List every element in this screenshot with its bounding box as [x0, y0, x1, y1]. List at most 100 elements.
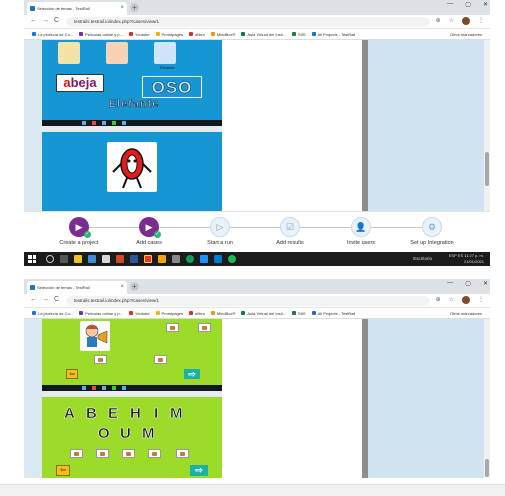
other-bookmarks[interactable]: Otros marcadores	[450, 308, 482, 318]
step-label: Add cases	[136, 240, 162, 246]
vscode-icon[interactable]	[214, 255, 222, 263]
bookmark-item[interactable]: All Projects - TestRail	[311, 32, 355, 37]
page-scrollbar[interactable]	[484, 40, 490, 211]
back-icon[interactable]: ←	[30, 17, 37, 24]
edge-icon[interactable]	[200, 255, 208, 263]
bookmark-item[interactable]: Promtpages	[155, 32, 183, 37]
bookmark-item[interactable]: SIIS	[292, 32, 306, 37]
app-icon[interactable]	[172, 255, 180, 263]
new-tab-button[interactable]: +	[130, 3, 139, 12]
step-setup-integration[interactable]: ⚙ Set up Integration	[397, 217, 467, 246]
step-invite-users[interactable]: 👤 Invite users	[326, 217, 396, 246]
letter-tile[interactable]: O	[98, 425, 110, 443]
scrollbar-thumb[interactable]	[485, 152, 489, 186]
file-explorer-icon[interactable]	[74, 255, 82, 263]
star-icon[interactable]: ☆	[449, 296, 454, 304]
star-icon[interactable]: ☆	[449, 17, 454, 25]
step-add-results[interactable]: ☑ Add results	[255, 217, 325, 246]
next-arrow-button[interactable]: ⇨	[190, 465, 208, 476]
letter-tile[interactable]: H	[130, 405, 141, 423]
bookmark-item[interactable]: La profecía de Cu...	[32, 311, 73, 316]
back-icon[interactable]: ←	[30, 296, 37, 303]
zoom-icon[interactable]: ⊕	[436, 17, 441, 25]
minimize-icon[interactable]: —	[447, 280, 453, 287]
tab-close-icon[interactable]: ×	[120, 2, 124, 15]
bookmark-item[interactable]: elibro	[189, 311, 205, 316]
letter-tile[interactable]: E	[108, 405, 119, 423]
browser-tab[interactable]: Selección de temas - TestRail ×	[27, 281, 127, 294]
exit-button[interactable]: ⇦	[56, 465, 70, 476]
avatar[interactable]	[462, 296, 470, 304]
bookmark-item[interactable]: Películas online y p...	[79, 32, 123, 37]
url-field[interactable]: testrails.testrail.io/index.php?/cases/v…	[66, 17, 430, 27]
picture-card[interactable]	[198, 323, 211, 332]
step-add-cases[interactable]: ▶ ✓ Add cases	[114, 217, 184, 246]
letter-tile[interactable]: M	[142, 425, 155, 443]
search-icon[interactable]	[46, 255, 54, 263]
pdf-icon[interactable]	[144, 255, 152, 263]
url-field[interactable]: testrails.testrail.io/index.php?/cases/v…	[66, 296, 430, 306]
next-arrow-button[interactable]: ⇨	[184, 369, 200, 379]
app-icon[interactable]	[102, 255, 110, 263]
word-icon[interactable]	[130, 255, 138, 263]
bookmark-item[interactable]: Youtube	[128, 311, 150, 316]
minimize-icon[interactable]: —	[447, 1, 453, 8]
store-icon[interactable]	[88, 255, 96, 263]
letter-tile[interactable]: M	[170, 405, 183, 423]
picture-card[interactable]	[94, 355, 107, 364]
picture-card[interactable]	[154, 355, 167, 364]
bookmark-item[interactable]: elibro	[189, 32, 205, 37]
system-tray[interactable]: ESP ES 11:27 p. m. 21/01/2021	[449, 253, 484, 265]
letter-tile[interactable]: U	[120, 425, 131, 443]
bookmark-item[interactable]: Promtpages	[155, 311, 183, 316]
scrollbar-thumb[interactable]	[485, 459, 489, 477]
picture-card[interactable]	[122, 449, 135, 458]
bookmark-item[interactable]: Youtube	[128, 32, 150, 37]
vlc-icon[interactable]	[158, 255, 166, 263]
bookmark-item[interactable]: All Projects - TestRail	[311, 311, 355, 316]
close-window-icon[interactable]: ✕	[483, 280, 488, 287]
picture-card[interactable]	[70, 449, 83, 458]
maximize-icon[interactable]: ▢	[465, 280, 471, 287]
bookmark-item[interactable]: La profecía de Cu...	[32, 32, 73, 37]
menu-icon[interactable]: ⋮	[478, 17, 484, 25]
spotify-icon[interactable]	[228, 255, 236, 263]
forward-icon[interactable]: →	[42, 296, 49, 303]
picture-card[interactable]	[166, 323, 179, 332]
bookmark-item[interactable]: MindBox®	[210, 311, 235, 316]
maximize-icon[interactable]: ▢	[465, 1, 471, 8]
reload-icon[interactable]: C	[54, 17, 59, 24]
browser-tab[interactable]: Selección de temas - TestRail ×	[27, 2, 127, 15]
tab-close-icon[interactable]: ×	[120, 281, 124, 294]
attachment-preview: Elefante abeja OSO Elefante	[42, 40, 222, 211]
reload-icon[interactable]: C	[54, 296, 59, 303]
step-create-project[interactable]: ▶ ✓ Create a project	[44, 217, 114, 246]
page-scrollbar[interactable]	[484, 319, 490, 478]
exit-button[interactable]: ⇦	[66, 369, 78, 379]
letter-tile[interactable]: B	[86, 405, 97, 423]
letter-tile[interactable]: A	[64, 405, 75, 423]
bookmark-item[interactable]: SIIS	[292, 311, 306, 316]
menu-icon[interactable]: ⋮	[478, 296, 484, 304]
powerpoint-icon[interactable]	[116, 255, 124, 263]
slide-letters: A B E H I M O U M ⇦ ⇨	[42, 397, 222, 478]
task-view-icon[interactable]	[60, 255, 68, 263]
bookmark-item[interactable]: Aula Virtual del Insti...	[241, 32, 286, 37]
new-tab-button[interactable]: +	[130, 282, 139, 291]
bookmark-item[interactable]: MindBox®	[210, 32, 235, 37]
picture-card[interactable]	[176, 449, 189, 458]
bookmark-item[interactable]: Aula Virtual del Insti...	[241, 311, 286, 316]
tray-desktop-label[interactable]: Escritorio	[413, 256, 432, 261]
letter-tile[interactable]: I	[154, 405, 159, 423]
avatar[interactable]	[462, 17, 470, 25]
picture-card[interactable]	[148, 449, 161, 458]
picture-card[interactable]	[96, 449, 109, 458]
zoom-icon[interactable]: ⊕	[436, 296, 441, 304]
step-start-run[interactable]: ▷ Start a run	[185, 217, 255, 246]
other-bookmarks[interactable]: Otros marcadores	[450, 29, 482, 39]
close-window-icon[interactable]: ✕	[483, 1, 488, 8]
windows-start-icon[interactable]	[28, 255, 36, 263]
chrome-icon[interactable]	[186, 255, 194, 263]
forward-icon[interactable]: →	[42, 17, 49, 24]
bookmark-item[interactable]: Películas online y p...	[79, 311, 123, 316]
